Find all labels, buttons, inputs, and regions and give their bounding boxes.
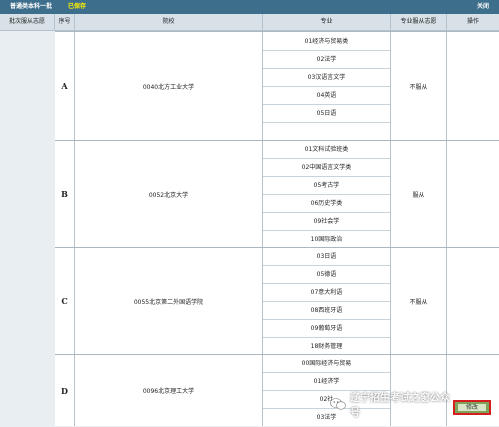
major-item: 07意大利语 [263, 284, 390, 302]
major-item: 03汉语言文学 [263, 69, 390, 87]
school-name: 0040北方工业大学 [75, 32, 263, 140]
operation-cell [447, 248, 499, 354]
major-item: 09社会学 [263, 213, 390, 231]
major-item: 06历史学类 [263, 195, 390, 213]
school-name: 0096北京理工大学 [75, 355, 263, 426]
choice-group-c: C 0055北京第二外国语学院 03日语 05德语 07意大利语 08西班牙语 … [55, 247, 499, 354]
major-item: 00国际经济与贸易 [263, 355, 390, 373]
watermark-text: 辽宁招生考试之窗公众号 [350, 393, 450, 419]
major-item: 10国际政治 [310, 236, 343, 243]
major-item: 05日语 [263, 105, 390, 123]
choice-group-a: A 0040北方工业大学 01经济与贸易类 02法学 03汉语言文学 04英语 … [55, 31, 499, 140]
major-item: 05德语 [263, 266, 390, 284]
modify-button-label: 修改 [458, 404, 486, 411]
major-item: 01经济与贸易类 [263, 32, 390, 51]
wechat-icon [330, 398, 346, 410]
title-bar: 普通类本科一批 已保存 关闭 [0, 0, 499, 14]
major-item: 02法学 [263, 51, 390, 69]
seq-label: B [55, 141, 75, 247]
column-header-operation: 操作 [466, 18, 479, 25]
major-list: 01文科试验班类 02中国语言文学类 05考古学 06历史学类 09社会学 10… [263, 141, 391, 247]
operation-cell [447, 32, 499, 140]
major-item: 03日语 [263, 248, 390, 266]
major-list: 03日语 05德语 07意大利语 08西班牙语 09葡萄牙语 18财务管理 [263, 248, 391, 354]
obey-status: 服从 [391, 141, 447, 247]
major-item: 08西班牙语 [263, 302, 390, 320]
save-status: 已保存 [68, 3, 87, 10]
seq-label: C [55, 248, 75, 354]
column-header-major: 专业 [263, 14, 391, 30]
seq-label: D [55, 355, 75, 426]
seq-label: A [55, 32, 75, 140]
column-header-obey: 专业服从志愿 [391, 14, 447, 30]
school-name: 0052北京大学 [75, 141, 263, 247]
batch-obey-column [0, 31, 56, 426]
obey-status: 不服从 [391, 248, 447, 354]
column-header-school: 院校 [75, 14, 263, 30]
major-item: 04英语 [263, 87, 390, 105]
choice-group-b: B 0052北京大学 01文科试验班类 02中国语言文学类 05考古学 06历史… [55, 140, 499, 247]
obey-status: 不服从 [391, 32, 447, 140]
major-item: 02中国语言文学类 [263, 159, 390, 177]
school-name: 0055北京第二外国语学院 [75, 248, 263, 354]
major-item: 05考古学 [263, 177, 390, 195]
major-item-empty [263, 123, 390, 141]
modify-button[interactable]: 修改 [453, 400, 491, 415]
major-item: 18财务管理 [310, 343, 343, 350]
close-link[interactable]: 关闭 [477, 1, 489, 10]
window-title: 普通类本科一批 [10, 3, 53, 10]
column-header-seq: 序号 [55, 14, 75, 30]
major-list: 01经济与贸易类 02法学 03汉语言文学 04英语 05日语 [263, 32, 391, 140]
watermark: 辽宁招生考试之窗公众号 [330, 393, 450, 419]
column-header-batch: 批次服从志愿 [0, 14, 55, 30]
major-item: 01文科试验班类 [263, 141, 390, 159]
table-header: 批次服从志愿 序号 院校 专业 专业服从志愿 操作 [0, 14, 499, 31]
operation-cell [447, 141, 499, 247]
major-item: 09葡萄牙语 [263, 320, 390, 338]
operation-cell [447, 355, 499, 426]
